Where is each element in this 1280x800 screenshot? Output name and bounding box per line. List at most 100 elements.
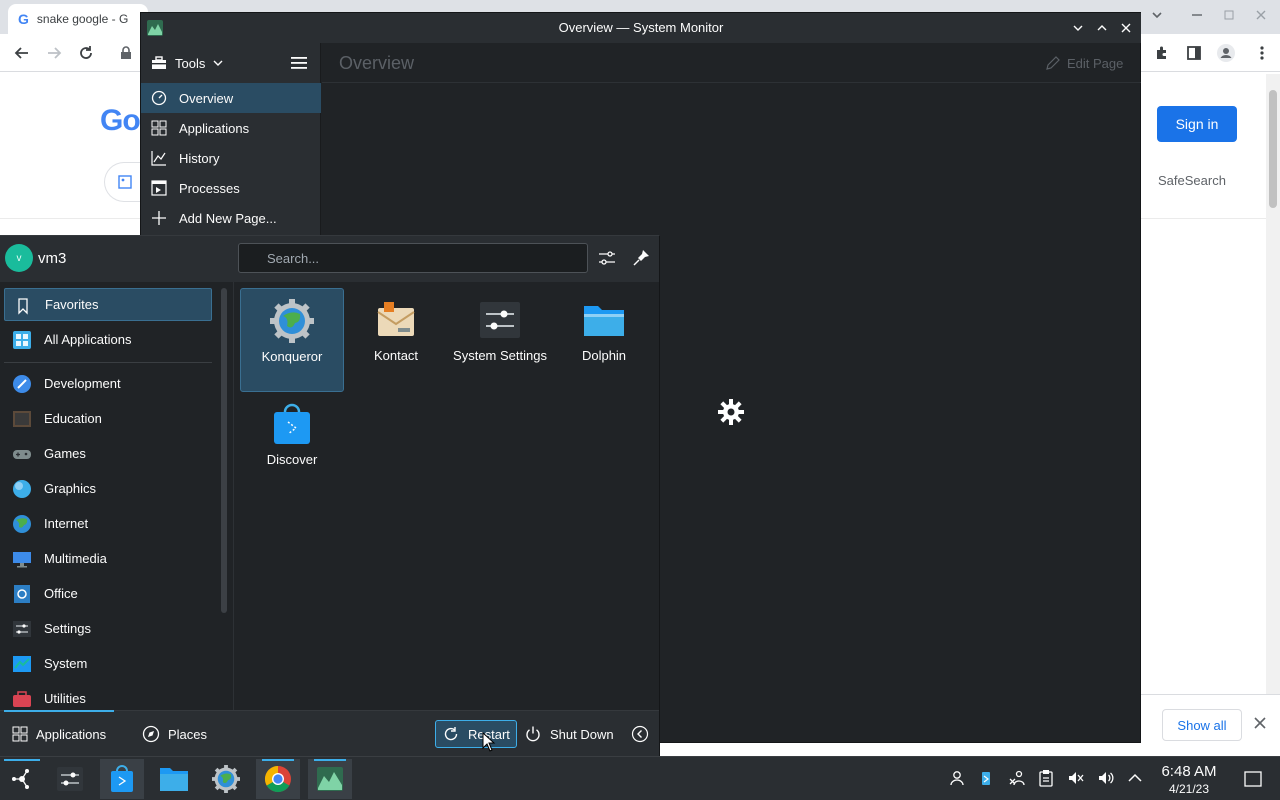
discover-updates-icon[interactable]: [977, 769, 995, 787]
taskbar-discover[interactable]: [100, 759, 144, 799]
category-scrollbar[interactable]: [221, 288, 227, 613]
mouse-pointer-icon: [482, 732, 496, 752]
forward-arrow-icon[interactable]: [42, 41, 66, 65]
category-settings[interactable]: Settings: [4, 612, 212, 645]
extensions-puzzle-icon[interactable]: [1150, 41, 1174, 65]
search-input[interactable]: Search...: [238, 243, 588, 273]
audio-muted-icon[interactable]: [1067, 769, 1085, 787]
profile-avatar-icon[interactable]: [1214, 41, 1238, 65]
image-search-icon[interactable]: [118, 175, 132, 189]
tools-label: Tools: [175, 55, 206, 71]
close-icon[interactable]: [1254, 8, 1268, 25]
sidebar-item-add-new-page[interactable]: Add New Page...: [141, 203, 321, 233]
tab-places[interactable]: Places: [136, 720, 213, 748]
sidebar-item-applications[interactable]: Applications: [141, 113, 321, 143]
sidebar-item-history[interactable]: History: [141, 143, 321, 173]
chrome-tab-active[interactable]: G snake google - G: [8, 4, 148, 34]
pin-icon[interactable]: [630, 247, 652, 269]
restore-icon[interactable]: [1222, 8, 1236, 25]
back-arrow-icon[interactable]: [10, 41, 34, 65]
volume-icon[interactable]: [1097, 769, 1115, 787]
category-system[interactable]: System: [4, 647, 212, 680]
category-education[interactable]: Education: [4, 402, 212, 435]
app-label: Dolphin: [581, 348, 627, 363]
app-system-settings[interactable]: System Settings: [448, 288, 552, 392]
edit-page-label: Edit Page: [1067, 55, 1124, 71]
compass-icon: [142, 725, 160, 743]
clipboard-icon[interactable]: [1037, 769, 1055, 787]
user-switch-icon[interactable]: [948, 769, 966, 787]
category-office[interactable]: Office: [4, 577, 212, 610]
kontact-icon: [377, 302, 415, 336]
discover-icon: [274, 403, 310, 444]
category-utilities[interactable]: Utilities: [4, 682, 212, 710]
minimize-icon[interactable]: [1190, 8, 1204, 25]
category-development[interactable]: Development: [4, 367, 212, 400]
taskbar-google-chrome[interactable]: [256, 759, 300, 799]
category-multimedia[interactable]: Multimedia: [4, 542, 212, 575]
maximize-icon[interactable]: [1092, 18, 1112, 38]
window-titlebar[interactable]: Overview — System Monitor: [141, 13, 1141, 43]
category-label: Education: [44, 411, 102, 426]
chevron-up-icon[interactable]: [1126, 769, 1144, 787]
taskbar-konqueror[interactable]: [204, 759, 248, 799]
scrollbar-thumb[interactable]: [1269, 90, 1277, 208]
active-tab-indicator: [4, 710, 114, 712]
download-bar-close-icon[interactable]: [1254, 713, 1266, 734]
network-icon[interactable]: [1008, 769, 1026, 787]
toolbox-icon: [152, 56, 166, 69]
app-label: System Settings: [453, 348, 547, 363]
show-desktop-icon[interactable]: [1243, 769, 1263, 789]
grid-icon: [12, 726, 28, 742]
taskbar-dolphin[interactable]: [152, 759, 196, 799]
more-menu-icon[interactable]: [1250, 41, 1274, 65]
system-icon: [13, 656, 31, 672]
multimedia-icon: [13, 552, 31, 568]
hamburger-menu-icon[interactable]: [289, 53, 309, 73]
category-all-applications[interactable]: All Applications: [4, 323, 212, 356]
clock-time[interactable]: 6:48 AM: [1150, 763, 1228, 780]
search-box-edge[interactable]: [104, 162, 144, 202]
discover-icon: [111, 765, 133, 792]
safesearch-link[interactable]: SafeSearch: [1158, 173, 1226, 188]
development-icon: [13, 375, 31, 393]
taskbar-system-monitor[interactable]: [308, 759, 352, 799]
sign-in-button[interactable]: Sign in: [1157, 106, 1237, 142]
leave-more-button[interactable]: [625, 720, 655, 748]
category-internet[interactable]: Internet: [4, 507, 212, 540]
tab-search-icon[interactable]: [1150, 8, 1164, 25]
speedometer-icon: [151, 90, 167, 106]
avatar[interactable]: v: [5, 244, 33, 272]
konqueror-icon: [270, 299, 314, 343]
configure-sliders-icon[interactable]: [596, 247, 618, 269]
lock-icon[interactable]: [114, 41, 138, 65]
edit-page-button[interactable]: Edit Page: [1045, 55, 1123, 71]
category-label: Settings: [44, 621, 91, 636]
minimize-icon[interactable]: [1068, 18, 1088, 38]
app-konqueror[interactable]: Konqueror: [240, 288, 344, 392]
sidebar-item-processes[interactable]: Processes: [141, 173, 321, 203]
close-icon[interactable]: [1116, 18, 1136, 38]
page-scrollbar[interactable]: [1266, 74, 1280, 694]
app-discover[interactable]: Discover: [240, 392, 344, 496]
category-label: All Applications: [44, 332, 132, 347]
application-launcher-button[interactable]: [0, 759, 44, 799]
category-label: Development: [44, 376, 121, 391]
app-kontact[interactable]: Kontact: [344, 288, 448, 392]
category-games[interactable]: Games: [4, 437, 212, 470]
reload-icon[interactable]: [74, 41, 98, 65]
restart-button[interactable]: Restart: [435, 720, 517, 748]
clock-date[interactable]: 4/21/23: [1150, 782, 1228, 796]
category-graphics[interactable]: Graphics: [4, 472, 212, 505]
app-dolphin[interactable]: Dolphin: [552, 288, 656, 392]
side-panel-icon[interactable]: [1182, 41, 1206, 65]
show-all-button[interactable]: Show all: [1162, 709, 1242, 741]
category-favorites[interactable]: Favorites: [4, 288, 212, 321]
taskbar-system-settings[interactable]: [48, 759, 92, 799]
tab-applications[interactable]: Applications: [6, 720, 112, 748]
sidebar-item-overview[interactable]: Overview: [141, 83, 321, 113]
tools-menu-button[interactable]: Tools: [151, 51, 223, 75]
busy-gear-icon: [718, 399, 744, 425]
shutdown-button[interactable]: Shut Down: [518, 720, 620, 748]
process-icon: [151, 180, 167, 196]
